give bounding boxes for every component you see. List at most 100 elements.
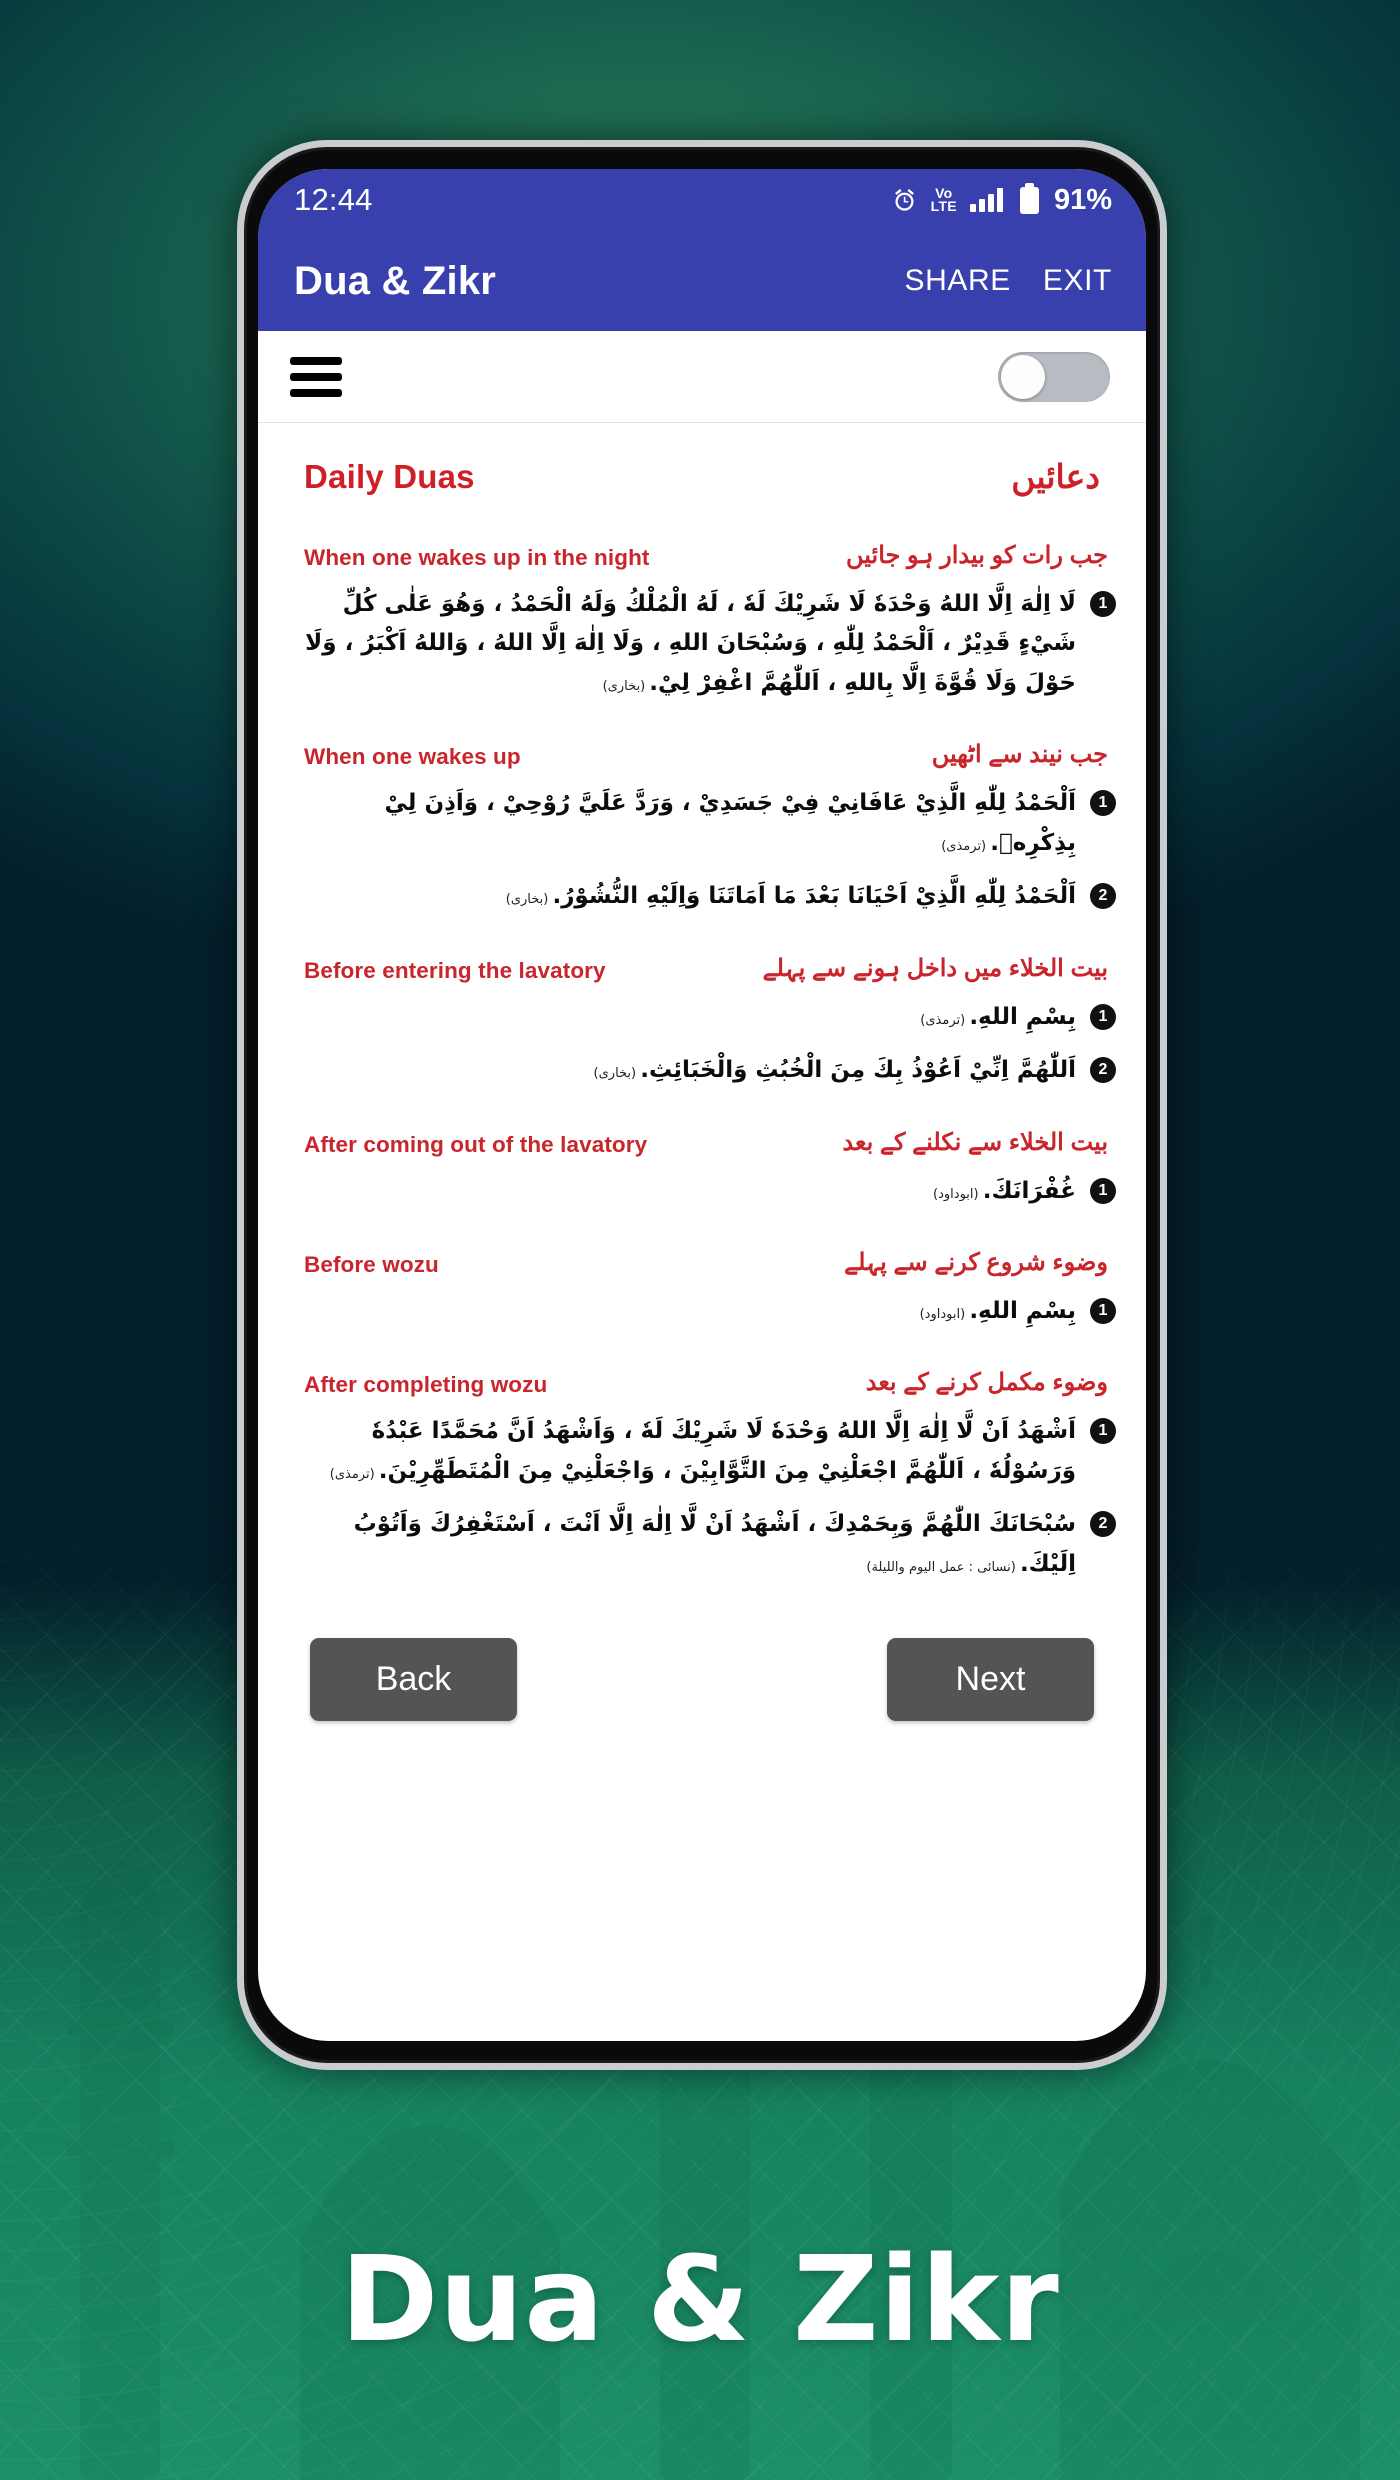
dua-sections-list: When one wakes up in the night جب رات کو …	[282, 542, 1122, 1584]
dua-arabic-text: بِسْمِ اللهِ. (ترمذی)	[292, 998, 1076, 1038]
dua-number-badge: 2	[1090, 883, 1116, 910]
hamburger-menu-icon[interactable]	[290, 356, 342, 397]
dua-number-badge: 1	[1090, 1177, 1116, 1204]
dua-number-badge: 1	[1090, 590, 1116, 617]
dua-number-badge: 1	[1090, 1003, 1116, 1030]
dua-arabic-body: بِسْمِ اللهِ.	[969, 1297, 1076, 1324]
theme-toggle-switch[interactable]	[998, 351, 1110, 402]
section-title-urdu: وضوء شروع کرنے سے پہلے	[844, 1249, 1108, 1277]
dua-item: 1 لَا اِلٰهَ اِلَّا اللهُ وَحْدَهٗ لَا شَ…	[282, 585, 1122, 704]
page-title: Daily Duas دعائیں	[282, 423, 1122, 504]
section-title-english: Before wozu	[304, 1251, 439, 1277]
section-title-english: When one wakes up in the night	[304, 544, 650, 570]
section-header: Before wozu وضوء شروع کرنے سے پہلے	[282, 1249, 1122, 1278]
dua-number-badge: 1	[1090, 1297, 1116, 1324]
dua-arabic-body: غُفْرَانَكَ.	[982, 1177, 1076, 1204]
dua-arabic-text: سُبْحَانَكَ اللّٰهُمَّ وَبِحَمْدِكَ ، اَ…	[292, 1505, 1076, 1584]
brand-title: Dua & Zikr	[340, 2230, 1060, 2368]
dua-arabic-text: بِسْمِ اللهِ. (ابوداود)	[292, 1292, 1076, 1332]
signal-bars-icon	[969, 188, 1003, 212]
dua-item: 2 سُبْحَانَكَ اللّٰهُمَّ وَبِحَمْدِكَ ، ا…	[282, 1505, 1122, 1584]
dua-item: 1 بِسْمِ اللهِ. (ابوداود)	[282, 1292, 1122, 1332]
exit-button[interactable]: EXIT	[1043, 264, 1112, 298]
toggle-knob	[1001, 354, 1045, 399]
phone-side-button-volume-down	[237, 667, 243, 763]
dua-reference: (بخاری)	[593, 1066, 641, 1082]
section-header: After coming out of the lavatory بیت الخل…	[282, 1129, 1122, 1158]
dua-reference: (بخاری)	[602, 678, 650, 694]
page-title-urdu: دعائیں	[1011, 458, 1100, 495]
dua-reference: (بخاری)	[505, 892, 553, 908]
section-title-urdu: جب نیند سے اٹھیں	[931, 741, 1108, 769]
dua-number-badge: 1	[1090, 1418, 1116, 1445]
section-title-english: Before entering the lavatory	[304, 957, 606, 983]
section-title-urdu: وضوء مکمل کرنے کے بعد	[865, 1369, 1108, 1397]
section-title-urdu: بیت الخلاء میں داخل ہونے سے پہلے	[762, 954, 1108, 982]
section-title-english: After completing wozu	[304, 1372, 548, 1398]
app-bar: Dua & Zikr SHARE EXIT	[258, 231, 1146, 331]
battery-icon	[1019, 182, 1039, 214]
dua-arabic-text: اَلْحَمْدُ لِلّٰهِ الَّذِيْ عَافَانِيْ ف…	[292, 784, 1076, 863]
volte-indicator: Vo LTE	[930, 186, 957, 214]
back-button[interactable]: Back	[310, 1638, 517, 1722]
dua-item: 2 اَلْحَمْدُ لِلّٰهِ الَّذِيْ اَحْيَانَا …	[282, 877, 1122, 917]
dua-reference: (ترمذی)	[920, 1012, 970, 1028]
dua-section: When one wakes up in the night جب رات کو …	[282, 542, 1122, 703]
hamburger-bar	[290, 356, 342, 365]
dua-content: Daily Duas دعائیں When one wakes up in t…	[258, 423, 1146, 1722]
dua-item: 1 غُفْرَانَكَ. (ابوداود)	[282, 1172, 1122, 1212]
dua-arabic-text: لَا اِلٰهَ اِلَّا اللهُ وَحْدَهٗ لَا شَر…	[292, 585, 1076, 704]
share-button[interactable]: SHARE	[905, 264, 1011, 298]
hamburger-bar	[290, 372, 342, 381]
dua-reference: (ابوداود)	[933, 1186, 983, 1202]
section-header: When one wakes up جب نیند سے اٹھیں	[282, 741, 1122, 770]
section-header: When one wakes up in the night جب رات کو …	[282, 542, 1122, 571]
dua-arabic-body: اَللّٰهُمَّ اِنِّيْ اَعُوْذُ بِكَ مِنَ ا…	[640, 1057, 1076, 1084]
navigation-buttons: Back Next	[282, 1584, 1122, 1722]
dua-reference: (ترمذی)	[941, 838, 991, 854]
dua-arabic-text: اَللّٰهُمَّ اِنِّيْ اَعُوْذُ بِكَ مِنَ ا…	[292, 1051, 1076, 1091]
section-title-english: After coming out of the lavatory	[304, 1131, 648, 1157]
dua-reference: (ابوداود)	[919, 1306, 970, 1322]
volte-label-bottom: LTE	[930, 198, 957, 214]
section-header: Before entering the lavatory بیت الخلاء م…	[282, 955, 1122, 984]
phone-side-button-power	[1161, 587, 1167, 717]
dua-number-badge: 2	[1090, 1057, 1116, 1084]
dua-section: When one wakes up جب نیند سے اٹھیں 1 اَلْحَ…	[282, 741, 1122, 916]
phone-side-button-volume	[237, 547, 243, 643]
content-toolbar	[258, 331, 1146, 423]
section-title-english: When one wakes up	[304, 744, 521, 770]
dua-item: 2 اَللّٰهُمَّ اِنِّيْ اَعُوْذُ بِكَ مِنَ …	[282, 1051, 1122, 1091]
status-icons: Vo LTE 91%	[891, 182, 1112, 217]
dua-section: Before wozu وضوء شروع کرنے سے پہلے 1 بِسْمِ…	[282, 1249, 1122, 1331]
dua-arabic-text: اَشْهَدُ اَنْ لَّا اِلٰهَ اِلَّا اللهُ و…	[292, 1412, 1076, 1491]
alarm-clock-icon	[894, 188, 914, 211]
dua-reference: (نسائی : عمل اليوم والليلة)	[866, 1559, 1020, 1575]
dua-item: 1 اَشْهَدُ اَنْ لَّا اِلٰهَ اِلَّا اللهُ …	[282, 1412, 1122, 1491]
section-title-urdu: بیت الخلاء سے نکلنے کے بعد	[842, 1128, 1108, 1156]
dua-section: Before entering the lavatory بیت الخلاء م…	[282, 955, 1122, 1091]
dua-arabic-body: اَلْحَمْدُ لِلّٰهِ الَّذِيْ اَحْيَانَا ب…	[552, 883, 1076, 910]
dua-item: 1 اَلْحَمْدُ لِلّٰهِ الَّذِيْ عَافَانِيْ …	[282, 784, 1122, 863]
dua-arabic-body: اَشْهَدُ اَنْ لَّا اِلٰهَ اِلَّا اللهُ و…	[371, 1418, 1076, 1484]
dua-arabic-body: لَا اِلٰهَ اِلَّا اللهُ وَحْدَهٗ لَا شَر…	[305, 590, 1076, 696]
next-button[interactable]: Next	[887, 1638, 1094, 1722]
dua-arabic-body: بِسْمِ اللهِ.	[969, 1003, 1076, 1030]
dua-item: 1 بِسْمِ اللهِ. (ترمذی)	[282, 998, 1122, 1038]
dua-number-badge: 2	[1090, 1511, 1116, 1538]
phone-mockup: 12:44 Vo LTE 91% Dua & Zikr SHARE EXIT D…	[237, 140, 1167, 2070]
dua-number-badge: 1	[1090, 790, 1116, 817]
battery-percent: 91%	[1053, 183, 1112, 216]
phone-screen: 12:44 Vo LTE 91% Dua & Zikr SHARE EXIT D…	[258, 169, 1146, 2041]
dua-arabic-text: غُفْرَانَكَ. (ابوداود)	[292, 1172, 1076, 1212]
dua-arabic-text: اَلْحَمْدُ لِلّٰهِ الَّذِيْ اَحْيَانَا ب…	[292, 877, 1076, 917]
dua-section: After coming out of the lavatory بیت الخل…	[282, 1129, 1122, 1211]
page-title-english: Daily Duas	[304, 457, 475, 495]
section-title-urdu: جب رات کو بیدار ہو جائیں	[846, 542, 1108, 569]
section-header: After completing wozu وضوء مکمل کرنے کے ب…	[282, 1369, 1122, 1398]
app-bar-actions: SHARE EXIT	[905, 264, 1112, 298]
app-title: Dua & Zikr	[294, 258, 497, 303]
status-time: 12:44	[294, 182, 373, 217]
status-bar: 12:44 Vo LTE 91%	[258, 169, 1146, 231]
hamburger-bar	[290, 388, 342, 397]
